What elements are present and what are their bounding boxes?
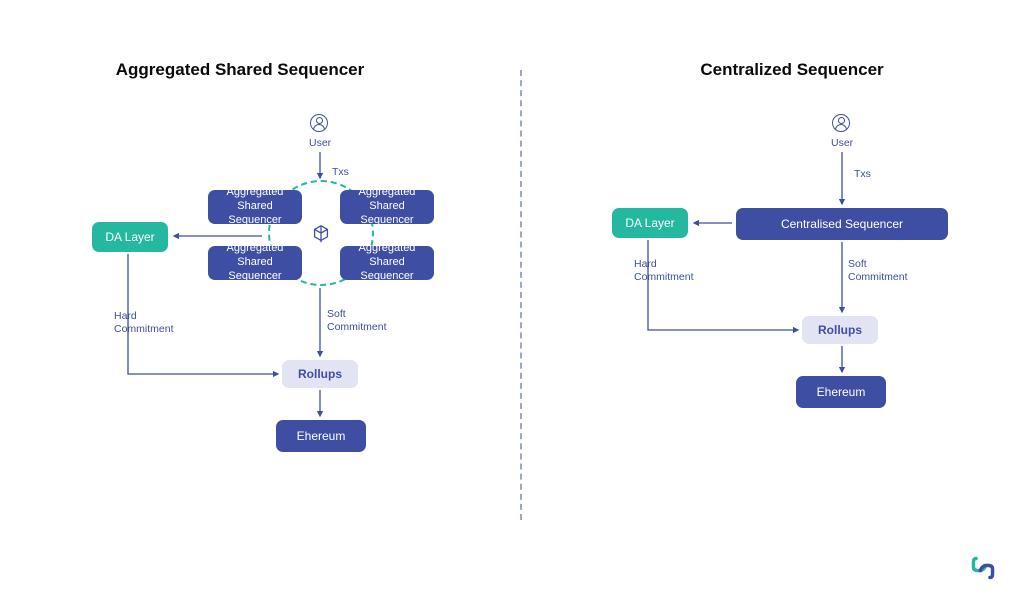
seq-box-1: Aggregated Shared Sequencer [208,190,302,224]
txs-label: Txs [332,166,349,179]
soft-commitment-label: Soft Commitment [327,308,407,334]
txs-label-r: Txs [854,168,871,181]
right-arrows [520,60,1024,580]
left-title: Aggregated Shared Sequencer [0,60,500,80]
user-icon-r [832,114,850,132]
panel-divider [520,70,522,520]
seq-box-3: Aggregated Shared Sequencer [208,246,302,280]
seq-box-2: Aggregated Shared Sequencer [340,190,434,224]
rollups-box-r: Rollups [802,316,878,344]
diagram-container: Aggregated Shared Sequencer User Txs Agg… [0,0,1024,599]
user-label-r: User [831,137,853,150]
user-label: User [309,137,331,150]
seq-box-4: Aggregated Shared Sequencer [340,246,434,280]
user-icon [310,114,328,132]
hard-commitment-label-r: Hard Commitment [634,258,714,284]
right-title: Centralized Sequencer [540,60,1024,80]
ethereum-box: Ehereum [276,420,366,452]
centralised-sequencer-box: Centralised Sequencer [736,208,948,240]
left-diagram: Aggregated Shared Sequencer User Txs Agg… [0,60,520,580]
da-layer-box: DA Layer [92,222,168,252]
hard-commitment-label: Hard Commitment [114,310,194,336]
brand-logo-icon [970,555,996,581]
rollups-box: Rollups [282,360,358,388]
left-arrows [0,60,520,580]
right-diagram: Centralized Sequencer User Txs Centralis… [520,60,1024,580]
cube-icon [310,223,332,245]
ethereum-box-r: Ehereum [796,376,886,408]
da-layer-box-r: DA Layer [612,208,688,238]
soft-commitment-label-r: Soft Commitment [848,258,928,284]
